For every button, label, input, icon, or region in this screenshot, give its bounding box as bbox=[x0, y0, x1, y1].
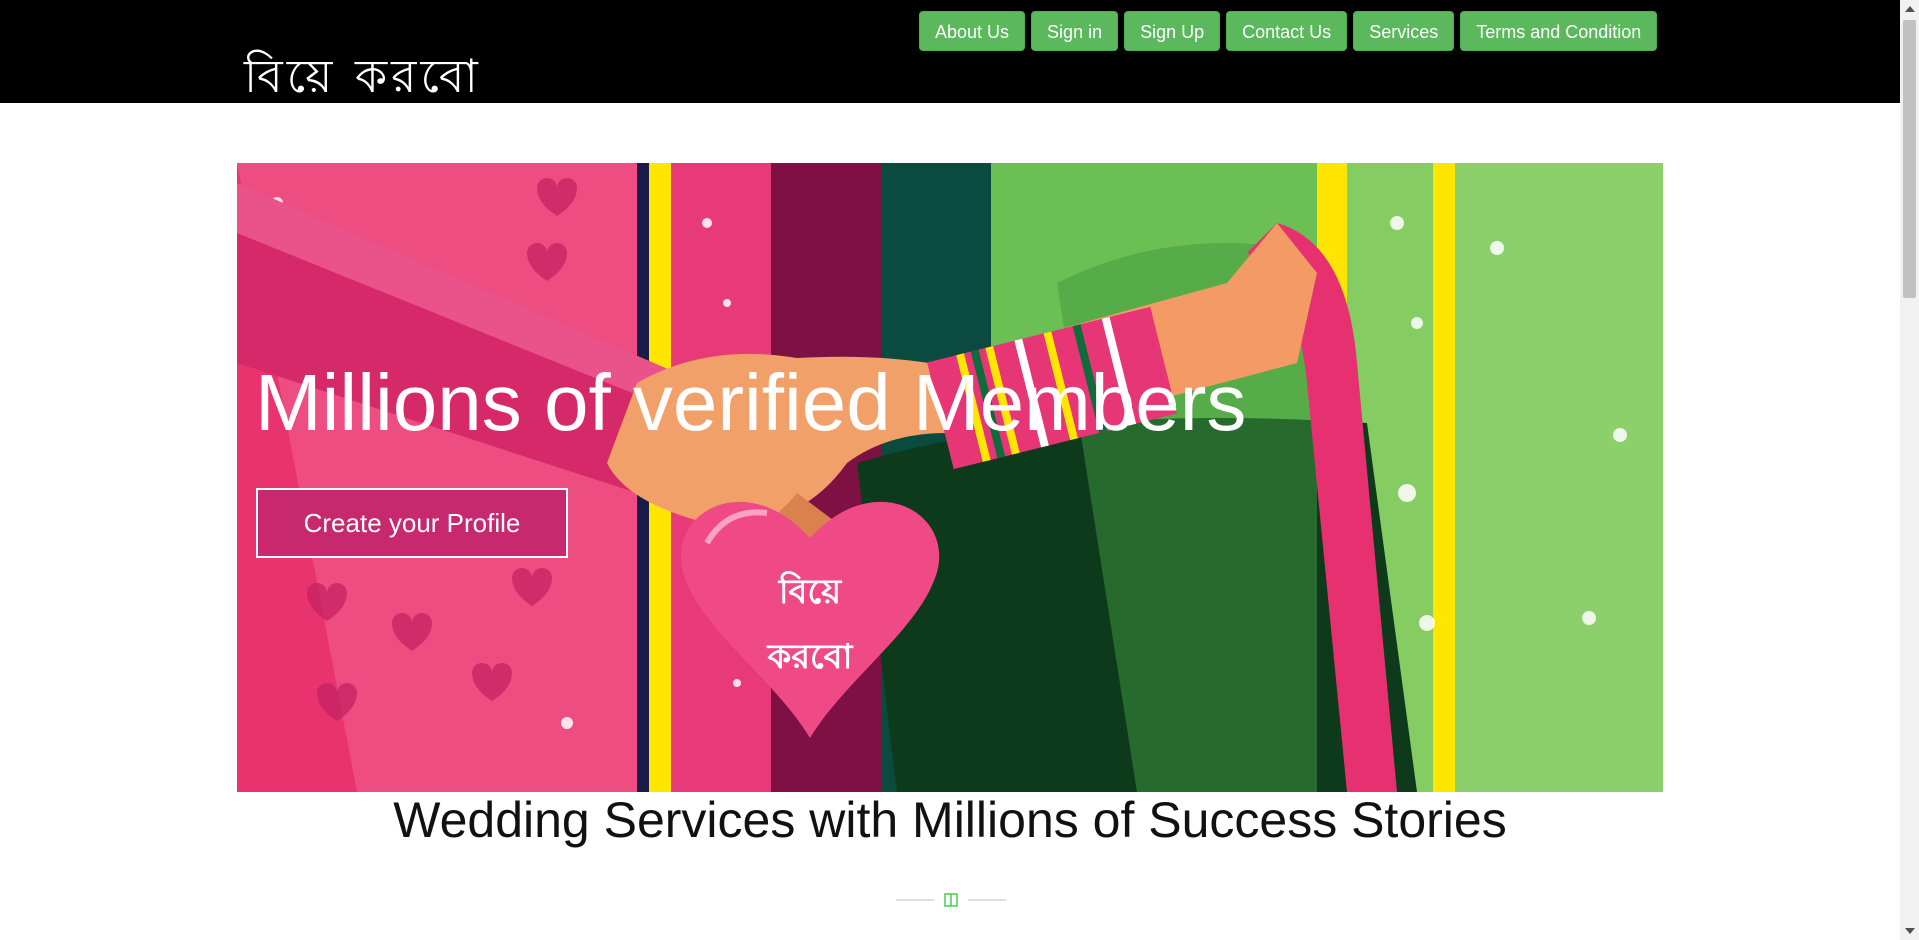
scrollbar-thumb[interactable] bbox=[1903, 20, 1916, 298]
section-divider bbox=[896, 890, 1006, 910]
hero-banner: বিয়ে করবো Millions of verified Members … bbox=[237, 163, 1663, 792]
main-nav: About Us Sign in Sign Up Contact Us Serv… bbox=[919, 11, 1658, 51]
scroll-down-arrow-icon[interactable] bbox=[1905, 928, 1915, 934]
hero-title: Millions of verified Members bbox=[255, 358, 1247, 447]
nav-sign-up-button[interactable]: Sign Up bbox=[1124, 11, 1221, 51]
heart-logo-line1: বিয়ে bbox=[778, 571, 843, 612]
page-scrollbar[interactable] bbox=[1900, 0, 1919, 940]
heart-logo-line2: করবো bbox=[767, 637, 854, 677]
scroll-up-arrow-icon[interactable] bbox=[1905, 6, 1915, 12]
nav-terms-button[interactable]: Terms and Condition bbox=[1460, 11, 1658, 51]
nav-services-button[interactable]: Services bbox=[1353, 11, 1455, 51]
site-logo[interactable]: বিয়ে করবো bbox=[244, 50, 482, 102]
nav-contact-us-button[interactable]: Contact Us bbox=[1226, 11, 1348, 51]
nav-about-us-button[interactable]: About Us bbox=[919, 11, 1026, 51]
hero-illustration: বিয়ে করবো bbox=[237, 163, 1663, 792]
create-profile-button[interactable]: Create your Profile bbox=[256, 488, 568, 558]
section-title: Wedding Services with Millions of Succes… bbox=[393, 792, 1507, 848]
nav-sign-in-button[interactable]: Sign in bbox=[1031, 11, 1119, 51]
top-header: বিয়ে করবো About Us Sign in Sign Up Cont… bbox=[0, 0, 1900, 103]
